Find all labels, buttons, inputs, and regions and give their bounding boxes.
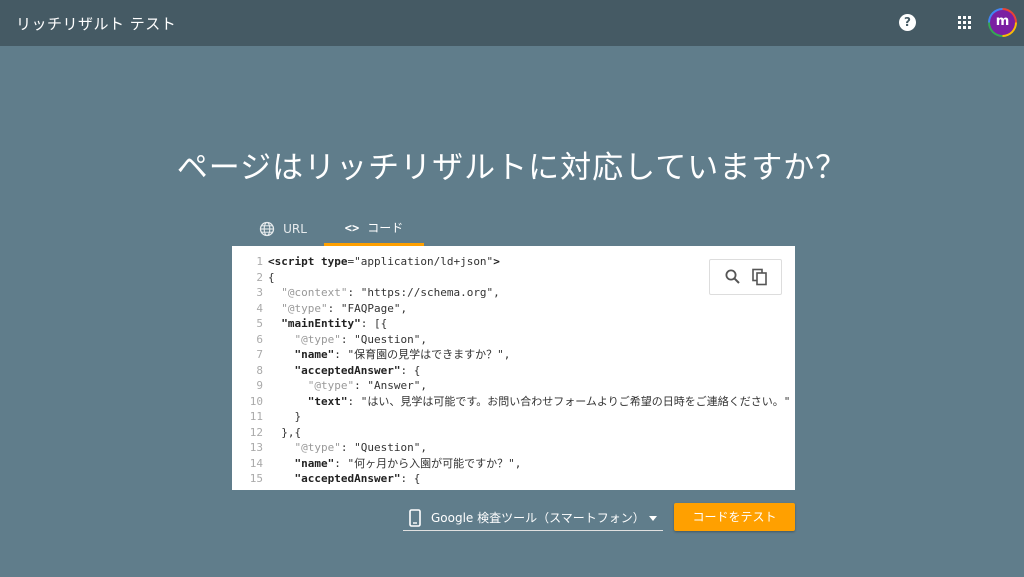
code-token: "@type" bbox=[268, 301, 328, 315]
smartphone-icon bbox=[409, 508, 421, 527]
device-select[interactable]: Google 検査ツール（スマートフォン） bbox=[403, 505, 663, 531]
code-line: 15 "acceptedAnswer": { bbox=[232, 471, 790, 487]
code-token: "acceptedAnswer" bbox=[268, 363, 401, 377]
app-title: リッチリザルト テスト bbox=[16, 15, 177, 33]
code-token: "@type" bbox=[268, 332, 341, 346]
code-token: },{ bbox=[268, 425, 302, 439]
line-number: 10 bbox=[249, 394, 263, 408]
code-token: "acceptedAnswer" bbox=[268, 472, 401, 485]
code-line: 7 "name": "保育園の見学はできますか？", bbox=[232, 347, 790, 363]
code-line: 13 "@type": "Question", bbox=[232, 440, 790, 456]
app-bar: リッチリザルト テスト ? m bbox=[0, 0, 1024, 46]
code-token: : "何ヶ月から入園が可能ですか？", bbox=[334, 456, 522, 470]
code-token: : "FAQPage", bbox=[327, 301, 408, 315]
code-token: { bbox=[268, 270, 275, 284]
code-line: 6 "@type": "Question", bbox=[232, 332, 790, 348]
code-token: "@type" bbox=[268, 487, 354, 491]
line-number: 2 bbox=[256, 270, 263, 284]
code-token: > bbox=[493, 255, 500, 268]
code-token: "mainEntity" bbox=[268, 317, 361, 330]
line-number: 9 bbox=[256, 379, 263, 392]
code-token: : "はい、見学は可能です。お問い合わせフォームよりご希望の日時をご連絡ください… bbox=[347, 394, 791, 408]
copy-icon[interactable] bbox=[751, 268, 769, 286]
code-token: "text" bbox=[268, 394, 348, 408]
code-token: "@type" bbox=[268, 379, 355, 392]
avatar-initial: m bbox=[990, 10, 1015, 35]
code-token: "name" bbox=[268, 348, 335, 361]
code-line: 1 <script type ="application/ld+json" > bbox=[232, 254, 790, 270]
code-lines: 1 <script type ="application/ld+json" >2{3 … bbox=[232, 254, 791, 491]
code-line: 5 "mainEntity": [{ bbox=[232, 316, 790, 332]
line-number: 14 bbox=[249, 456, 263, 470]
tab-url-label: URL bbox=[283, 222, 307, 236]
tab-url[interactable]: URL bbox=[242, 212, 324, 246]
tab-code[interactable]: <> コード bbox=[324, 212, 424, 246]
code-line: 4 "@type": "FAQPage", bbox=[232, 301, 790, 317]
code-token: : "Question", bbox=[340, 441, 427, 454]
code-line: 8 "acceptedAnswer": { bbox=[232, 363, 790, 379]
code-token: : "Question", bbox=[340, 332, 427, 346]
help-circle-icon[interactable]: ? bbox=[899, 14, 916, 31]
globe-icon bbox=[259, 221, 275, 237]
code-token: : { bbox=[400, 363, 421, 377]
code-line: 10 "text": "はい、見学は可能です。お問い合わせフォームよりご希望の日… bbox=[232, 394, 791, 410]
test-code-button[interactable]: コードをテスト bbox=[674, 503, 795, 531]
code-token: ="application/ld+json" bbox=[347, 255, 494, 268]
line-number: 12 bbox=[249, 425, 263, 439]
line-number: 4 bbox=[256, 301, 263, 315]
code-token: : [{ bbox=[360, 317, 388, 330]
code-token: "name" bbox=[268, 456, 335, 470]
code-token: <script type bbox=[268, 255, 348, 268]
code-token: } bbox=[268, 410, 302, 423]
code-token: : "保育園の見学はできますか？", bbox=[334, 348, 511, 361]
code-token: : { bbox=[400, 472, 421, 485]
line-number: 5 bbox=[256, 317, 263, 330]
search-icon[interactable] bbox=[724, 268, 742, 286]
code-line: 11 } bbox=[232, 409, 790, 425]
apps-grid-icon[interactable] bbox=[958, 16, 972, 30]
line-number: 1 bbox=[256, 255, 263, 268]
code-line: 2{ bbox=[232, 270, 790, 286]
tab-code-label: コード bbox=[367, 221, 404, 235]
code-line: 3 "@context": "https://schema.org", bbox=[232, 285, 790, 301]
code-line: 9 "@type": "Answer", bbox=[232, 378, 790, 394]
code-line: 16 "@type": "Answer", bbox=[232, 487, 790, 491]
line-number: 13 bbox=[249, 441, 263, 454]
code-token: "@type" bbox=[268, 441, 341, 454]
code-brackets-icon: <> bbox=[344, 220, 360, 235]
code-line: 12 },{ bbox=[232, 425, 790, 441]
code-token: "@context" bbox=[268, 286, 348, 299]
code-token: : "Answer", bbox=[354, 379, 427, 392]
line-number: 7 bbox=[256, 348, 263, 361]
line-number: 6 bbox=[256, 332, 263, 346]
line-number: 3 bbox=[256, 286, 263, 299]
code-line: 14 "name": "何ヶ月から入園が可能ですか？", bbox=[232, 456, 790, 472]
code-token: : "https://schema.org", bbox=[347, 286, 500, 299]
chevron-down-icon bbox=[649, 516, 657, 521]
line-number: 11 bbox=[249, 410, 263, 423]
line-number: 8 bbox=[256, 363, 263, 377]
device-select-value: Google 検査ツール（スマートフォン） bbox=[431, 511, 645, 525]
line-number: 15 bbox=[249, 472, 263, 485]
page-headline: ページはリッチリザルトに対応していますか？ bbox=[176, 150, 848, 186]
code-token: : "Answer", bbox=[354, 487, 427, 491]
line-number: 16 bbox=[232, 487, 268, 491]
avatar[interactable]: m bbox=[988, 8, 1017, 37]
editor-toolbar bbox=[709, 259, 782, 295]
